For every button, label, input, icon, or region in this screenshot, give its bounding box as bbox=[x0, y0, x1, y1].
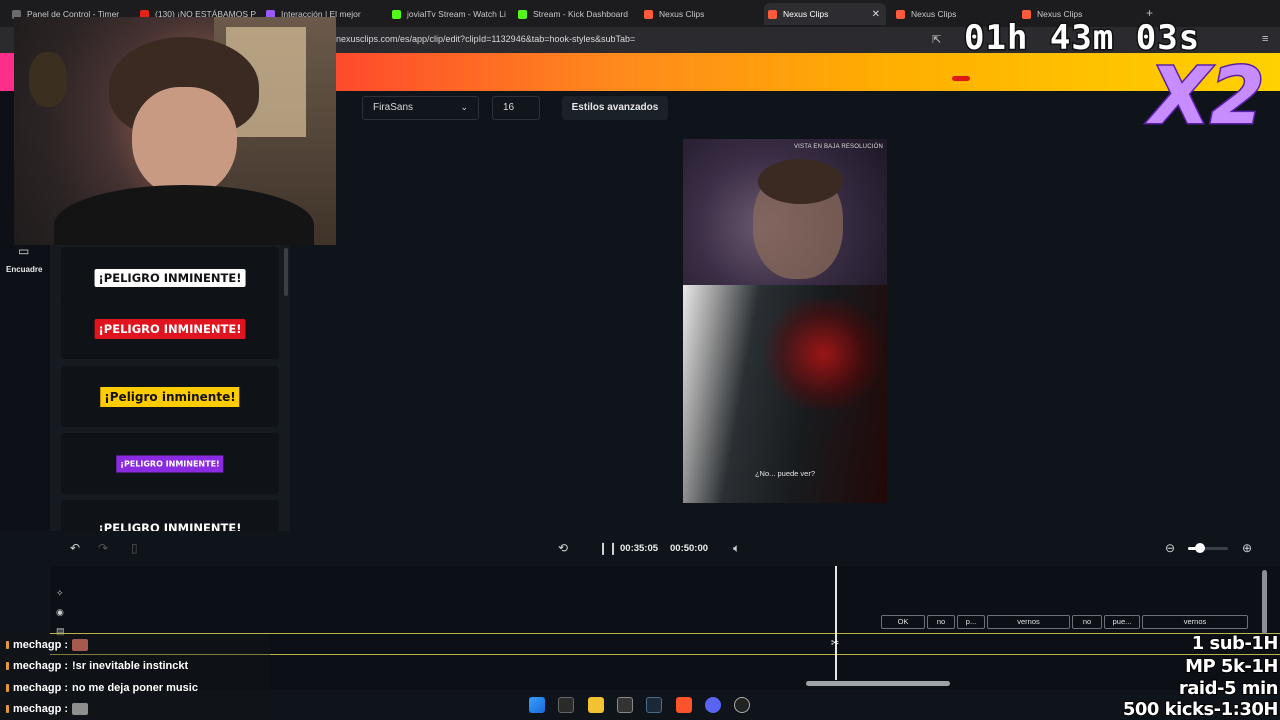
total-time: 00:50:00 bbox=[670, 543, 709, 554]
chat-username: mechagp : bbox=[13, 639, 69, 651]
camera-icon[interactable]: ▭ bbox=[18, 244, 29, 258]
chat-username: mechagp : bbox=[13, 682, 69, 694]
low-resolution-notice: VISTA EN BAJA RESOLUCIÓN bbox=[793, 144, 883, 150]
chat-username: mechagp : bbox=[13, 660, 69, 672]
delete-icon[interactable]: ▯ bbox=[131, 541, 138, 555]
tab-favicon-icon bbox=[768, 9, 777, 19]
hook-style-list: ¡PELIGRO INMINENTE! ¡PELIGRO INMINENTE! … bbox=[50, 244, 290, 531]
discord-icon[interactable] bbox=[705, 697, 721, 713]
url-text[interactable]: nexusclips.com/es/app/clip/edit?clipId=1… bbox=[336, 34, 635, 44]
palette-icon[interactable]: ◉ bbox=[56, 607, 64, 618]
share-icon[interactable]: ⇱ bbox=[932, 33, 941, 46]
preview-subtitle: ¿No... puede ver? bbox=[754, 469, 816, 478]
tab-favicon-icon bbox=[392, 9, 401, 19]
record-indicator bbox=[952, 76, 970, 81]
undo-icon[interactable]: ↶ bbox=[70, 541, 80, 555]
hook-style-preview: ¡PELIGRO INMINENTE! bbox=[94, 318, 246, 339]
browser-tab[interactable]: Nexus Clips bbox=[640, 3, 760, 25]
hook-style-card[interactable]: ¡PELIGRO INMINENTE! bbox=[61, 500, 279, 531]
sidebar-item-encuadre[interactable]: Encuadre bbox=[6, 265, 42, 274]
terminal-icon[interactable] bbox=[558, 697, 574, 713]
menu-icon[interactable]: ≡ bbox=[1262, 33, 1268, 45]
browser-tab[interactable]: Stream - Kick Dashboard bbox=[514, 3, 634, 25]
promo-banner bbox=[336, 53, 1280, 91]
caption-chip[interactable]: vernos bbox=[1142, 615, 1248, 629]
font-size-input[interactable]: 16 bbox=[492, 96, 540, 120]
stream-goal: 500 kicks-1:30H bbox=[1122, 698, 1280, 720]
close-tab-icon[interactable]: ✕ bbox=[872, 9, 880, 20]
preview-webcam-frame bbox=[683, 139, 887, 285]
stream-goal: raid-5 min bbox=[1178, 677, 1280, 700]
browser-tab-active[interactable]: Nexus Clips ✕ bbox=[764, 3, 886, 25]
stream-goal: MP 5k-1H bbox=[1184, 655, 1279, 678]
chat-username: mechagp : bbox=[13, 703, 69, 715]
browser-tab[interactable]: jovialTv Stream - Watch Li bbox=[388, 3, 508, 25]
timeline-vertical-scrollbar[interactable] bbox=[1262, 570, 1267, 634]
banner-accent bbox=[0, 53, 14, 91]
caption-chip[interactable]: pue... bbox=[1104, 615, 1140, 629]
caption-chip[interactable]: vernos bbox=[987, 615, 1070, 629]
timeline-playhead[interactable] bbox=[835, 566, 837, 680]
stream-goal: 1 sub-1H bbox=[1191, 632, 1280, 655]
tab-label: Nexus Clips bbox=[783, 9, 829, 19]
tab-favicon-icon bbox=[896, 9, 905, 19]
redo-icon[interactable]: ↷ bbox=[98, 541, 108, 555]
font-family-value: FiraSans bbox=[373, 102, 414, 113]
hook-style-preview: ¡PELIGRO INMINENTE! bbox=[94, 268, 246, 287]
multiplier-badge: X2 bbox=[1148, 52, 1265, 142]
tab-label: Nexus Clips bbox=[659, 9, 705, 19]
hook-style-card[interactable]: ¡PELIGRO INMINENTE! bbox=[61, 433, 279, 494]
chat-message: mechagp : bbox=[0, 698, 270, 720]
current-time: 00:35:05 bbox=[620, 543, 659, 554]
chat-message: mechagp : !sr inevitable instinckt bbox=[0, 655, 270, 677]
font-size-value: 16 bbox=[503, 102, 515, 113]
hook-style-card[interactable]: ¡Peligro inminente! bbox=[61, 366, 279, 427]
caption-chip[interactable]: no bbox=[1072, 615, 1102, 629]
windows-start-icon[interactable] bbox=[529, 697, 545, 713]
tab-favicon-icon bbox=[518, 9, 527, 19]
scissors-icon[interactable]: ✂ bbox=[831, 638, 839, 649]
hook-style-preview: ¡PELIGRO INMINENTE! bbox=[98, 521, 242, 531]
tab-label: Stream - Kick Dashboard bbox=[533, 9, 628, 19]
volume-icon[interactable]: 🔈︎ bbox=[733, 541, 740, 556]
font-family-select[interactable]: FiraSans ⌄ bbox=[362, 96, 479, 120]
tab-label: Nexus Clips bbox=[911, 9, 957, 19]
chat-message: mechagp : no me deja poner music bbox=[0, 677, 270, 699]
steam-icon[interactable] bbox=[646, 697, 662, 713]
brave-browser-icon[interactable] bbox=[676, 697, 692, 713]
play-pause-icon[interactable]: ❙❙ bbox=[598, 541, 618, 555]
zoom-slider-handle[interactable] bbox=[1195, 543, 1205, 553]
chat-message: mechagp : bbox=[0, 634, 270, 656]
hook-style-card[interactable]: ¡PELIGRO INMINENTE! bbox=[61, 298, 279, 359]
zoom-in-icon[interactable]: ⊕ bbox=[1242, 541, 1252, 555]
hook-style-preview: ¡Peligro inminente! bbox=[100, 386, 240, 407]
advanced-styles-button[interactable]: Estilos avanzados bbox=[562, 96, 668, 120]
chat-text: no me deja poner music bbox=[72, 682, 198, 694]
caption-chip[interactable]: p... bbox=[957, 615, 985, 629]
file-explorer-icon[interactable] bbox=[588, 697, 604, 713]
epic-games-icon[interactable] bbox=[617, 697, 633, 713]
zoom-out-icon[interactable]: ⊖ bbox=[1165, 541, 1175, 555]
tab-label: jovialTv Stream - Watch Li bbox=[407, 9, 506, 19]
replay-icon[interactable]: ⟲ bbox=[558, 541, 568, 555]
emote-icon bbox=[72, 703, 89, 715]
sparkle-icon[interactable]: ✧ bbox=[56, 588, 64, 599]
style-list-scrollbar[interactable] bbox=[284, 248, 288, 296]
hook-style-preview: ¡PELIGRO INMINENTE! bbox=[116, 455, 224, 472]
chevron-down-icon: ⌄ bbox=[460, 102, 468, 112]
player-controls bbox=[50, 531, 1280, 565]
tab-favicon-icon bbox=[644, 9, 653, 19]
video-preview[interactable]: VISTA EN BAJA RESOLUCIÓN ¿No... puede ve… bbox=[683, 139, 887, 503]
emote-icon bbox=[72, 639, 89, 651]
preview-red-light bbox=[763, 299, 883, 409]
chat-text: !sr inevitable instinckt bbox=[72, 660, 189, 672]
settings-gear-icon[interactable] bbox=[734, 697, 750, 713]
timeline-horizontal-scrollbar[interactable] bbox=[806, 681, 950, 686]
streamer-webcam bbox=[14, 17, 336, 245]
caption-chip[interactable]: OK bbox=[881, 615, 925, 629]
caption-chip[interactable]: no bbox=[927, 615, 955, 629]
